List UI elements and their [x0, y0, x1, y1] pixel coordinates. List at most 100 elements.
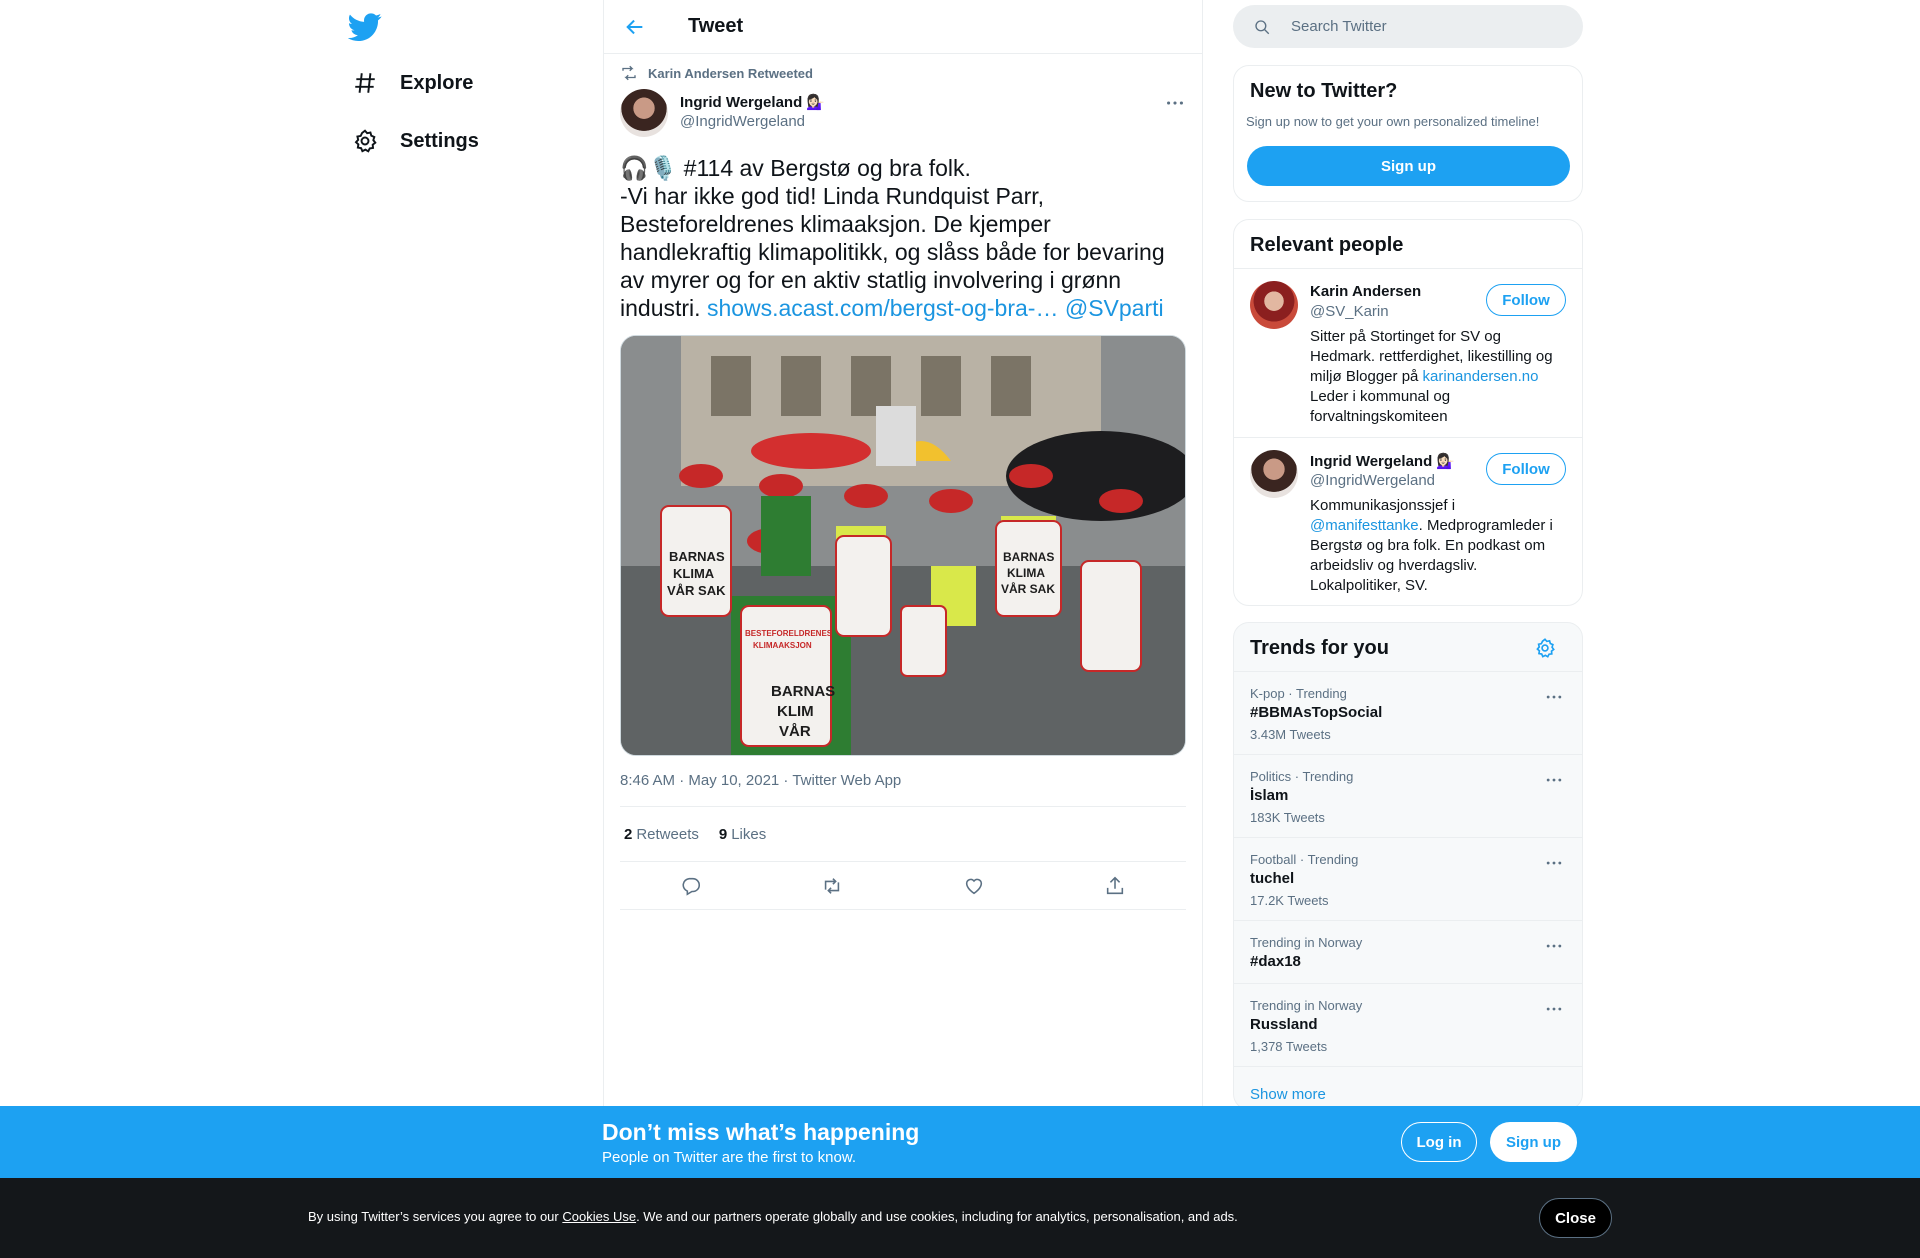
share-icon[interactable]	[1104, 875, 1126, 897]
tweet-timestamp[interactable]: 8:46 AM · May 10, 2021 · Twitter Web App	[620, 772, 901, 789]
avatar[interactable]	[1250, 281, 1298, 329]
tweet-text-prefix: industri.	[620, 295, 707, 321]
search-icon	[1255, 19, 1270, 34]
person-handle[interactable]: @IngridWergeland	[1310, 472, 1435, 489]
more-options-icon[interactable]	[1544, 770, 1564, 790]
person-ingrid-wergeland[interactable]: Ingrid Wergeland 💁🏻‍♀️ @IngridWergeland …	[1234, 437, 1582, 605]
trend-item[interactable]: Football · Trending tuchel 17.2K Tweets	[1234, 838, 1582, 921]
twitter-logo-icon[interactable]	[348, 10, 382, 44]
more-options-icon[interactable]	[1544, 936, 1564, 956]
bio-link[interactable]: @manifesttanke	[1310, 517, 1419, 534]
bio-text: Kommunikasjonssjef i	[1310, 497, 1456, 514]
relevant-people-card: Relevant people Karin Andersen @SV_Karin…	[1233, 219, 1583, 606]
photo-sign-text: BARNAS	[669, 549, 725, 564]
like-heart-icon[interactable]	[963, 875, 985, 897]
photo-sign-text: VÅR	[779, 723, 811, 740]
settings-gear-icon[interactable]	[1534, 637, 1556, 659]
author-name[interactable]: Ingrid Wergeland 💁🏻‍♀️	[680, 93, 825, 111]
reply-icon[interactable]	[680, 875, 702, 897]
trend-count: 1,378 Tweets	[1250, 1039, 1328, 1054]
tweet-link[interactable]: shows.acast.com/bergst-og-bra-…	[707, 295, 1059, 321]
search-input[interactable]	[1291, 18, 1541, 35]
new-to-twitter-title: New to Twitter?	[1250, 80, 1398, 102]
photo-sign-text: KLIM	[777, 703, 814, 720]
person-name[interactable]: Karin Andersen	[1310, 283, 1421, 300]
trend-category: Trending in Norway	[1250, 998, 1363, 1013]
cookies-use-link[interactable]: Cookies Use	[562, 1209, 636, 1224]
trend-name: İslam	[1250, 787, 1289, 804]
likes-count: 9	[718, 825, 728, 843]
tweet-text-line: -Vi har ikke god tid! Linda Rundquist Pa…	[620, 183, 1045, 209]
photo-sign-text: KLIMAAKSJON	[753, 641, 812, 650]
tweet-mention[interactable]: @SVparti	[1065, 295, 1164, 321]
likes-stat[interactable]: 9 Likes	[719, 826, 766, 843]
trends-card: Trends for you K-pop · Trending #BBMAsTo…	[1233, 622, 1583, 1110]
trend-item[interactable]: K-pop · Trending #BBMAsTopSocial 3.43M T…	[1234, 672, 1582, 755]
banner-title: Don’t miss what’s happening	[602, 1119, 920, 1145]
follow-button[interactable]: Follow	[1486, 284, 1566, 316]
more-options-icon[interactable]	[1544, 687, 1564, 707]
nav-explore[interactable]: Explore	[352, 70, 473, 96]
back-arrow-icon[interactable]	[624, 16, 646, 38]
retweet-context[interactable]: Karin Andersen Retweeted	[620, 64, 813, 82]
trend-item[interactable]: Politics · Trending İslam 183K Tweets	[1234, 755, 1582, 838]
bio-text: Leder i kommunal og forvaltningskomiteen	[1310, 388, 1451, 425]
retweets-stat[interactable]: 2 Retweets	[624, 826, 699, 843]
more-options-icon[interactable]	[1544, 999, 1564, 1019]
trend-count: 183K Tweets	[1250, 810, 1325, 825]
trend-name: #dax18	[1250, 953, 1301, 970]
log-in-button[interactable]: Log in	[1401, 1122, 1477, 1162]
search-box[interactable]	[1233, 5, 1583, 48]
tweet-text: 🎧🎙️ #114 av Bergstø og bra folk. -Vi har…	[620, 154, 1185, 322]
trend-name: #BBMAsTopSocial	[1250, 704, 1383, 721]
cookie-banner: By using Twitter’s services you agree to…	[0, 1178, 1920, 1258]
nav-explore-label: Explore	[400, 71, 474, 94]
tweet-photo[interactable]: BARNAS KLIMA VÅR SAK BARNAS KLIMA VÅR SA…	[620, 335, 1186, 756]
likes-label: Likes	[731, 825, 767, 843]
person-name[interactable]: Ingrid Wergeland 💁🏻‍♀️	[1310, 452, 1455, 470]
author-avatar[interactable]	[620, 89, 668, 137]
nav-settings-label: Settings	[400, 129, 479, 152]
new-to-twitter-subtitle: Sign up now to get your own personalized…	[1246, 114, 1540, 129]
retweets-count: 2	[624, 825, 633, 843]
nav-settings[interactable]: Settings	[352, 128, 479, 154]
photo-sign-text: VÅR SAK	[1001, 581, 1055, 596]
author-handle[interactable]: @IngridWergeland	[680, 113, 805, 130]
sign-up-button[interactable]: Sign up	[1247, 146, 1570, 186]
photo-sign-text: KLIMA	[673, 566, 715, 581]
person-karin-andersen[interactable]: Karin Andersen @SV_Karin Follow Sitter p…	[1234, 268, 1582, 437]
retweet-icon[interactable]	[821, 875, 843, 897]
avatar[interactable]	[1250, 450, 1298, 498]
protest-photo-illustration: BARNAS KLIMA VÅR SAK BARNAS KLIMA VÅR SA…	[621, 336, 1185, 755]
photo-sign-text: KLIMA	[1007, 566, 1045, 580]
relevant-people-title: Relevant people	[1250, 234, 1404, 256]
cookie-text-prefix: By using Twitter’s services you agree to…	[308, 1209, 563, 1224]
retweeted-by-label: Karin Andersen Retweeted	[648, 65, 813, 81]
person-handle[interactable]: @SV_Karin	[1310, 303, 1389, 320]
trend-item[interactable]: Trending in Norway Russland 1,378 Tweets	[1234, 984, 1582, 1067]
person-bio: Sitter på Stortinget for SV og Hedmark. …	[1310, 327, 1566, 427]
close-button[interactable]: Close	[1539, 1198, 1612, 1238]
sign-up-button[interactable]: Sign up	[1490, 1122, 1577, 1162]
tweet-text-line: Besteforeldrenes klimaaksjon. De kjemper	[620, 211, 1051, 237]
person-bio: Kommunikasjonssjef i @manifesttanke. Med…	[1310, 496, 1566, 596]
tweet-text-line-last: industri. shows.acast.com/bergst-og-bra-…	[620, 294, 1185, 322]
tweet-text-line: av myrer og for en aktiv statlig involve…	[620, 267, 1122, 293]
page-title: Tweet	[688, 15, 744, 37]
more-options-icon[interactable]	[1544, 853, 1564, 873]
trend-count: 17.2K Tweets	[1250, 893, 1329, 908]
tweet-text-line: handlekraftig klimapolitikk, og slåss bå…	[620, 239, 1165, 265]
trend-category: Football · Trending	[1250, 852, 1359, 867]
signup-banner: Don’t miss what’s happening People on Tw…	[0, 1106, 1920, 1178]
trends-title: Trends for you	[1250, 637, 1389, 659]
bio-link[interactable]: karinandersen.no	[1423, 368, 1539, 385]
gear-icon	[354, 129, 377, 153]
trend-item[interactable]: Trending in Norway #dax18	[1234, 921, 1582, 984]
more-options-icon[interactable]	[1164, 92, 1186, 114]
follow-button[interactable]: Follow	[1486, 453, 1566, 485]
tweet-stats: 2 Retweets 9 Likes	[620, 806, 1186, 862]
photo-sign-text: BESTEFORELDRENES	[745, 629, 833, 638]
cookie-text-suffix: . We and our partners operate globally a…	[636, 1209, 1238, 1224]
hashtag-icon	[355, 73, 375, 93]
show-more-link[interactable]: Show more	[1250, 1086, 1326, 1103]
